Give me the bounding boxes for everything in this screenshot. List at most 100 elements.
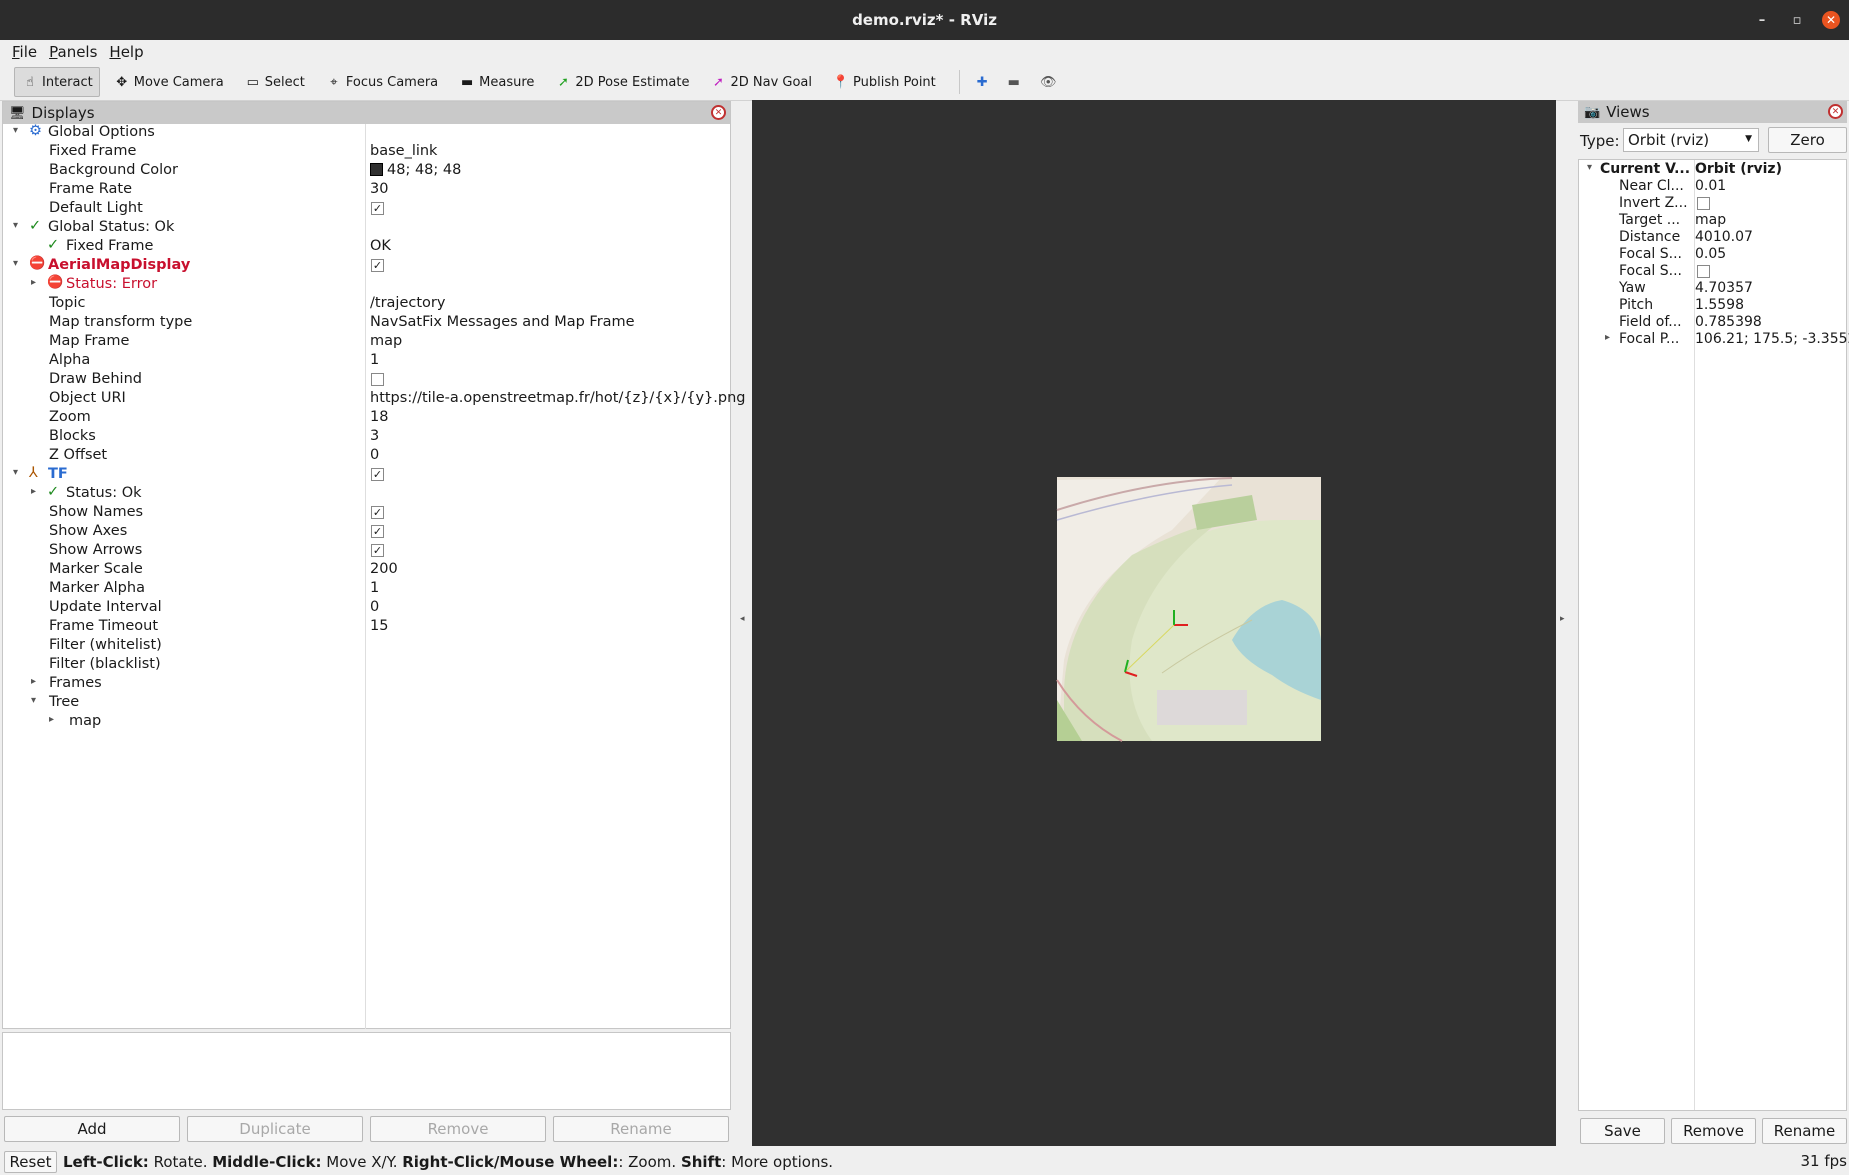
menu-file[interactable]: File (12, 43, 37, 61)
collapse-right-icon[interactable]: ▸ (1560, 614, 1565, 624)
view-row-value[interactable]: 106.21; 175.5; -3.3552 (1695, 331, 1849, 347)
add-tool-icon[interactable]: ✚ (970, 67, 995, 97)
expand-down-icon[interactable]: ▾ (13, 125, 18, 136)
menu-panels[interactable]: Panels (49, 43, 97, 61)
tool-interact[interactable]: ☝ Interact (14, 67, 100, 97)
view-row-yaw[interactable]: Yaw 4.70357 (1579, 280, 1846, 297)
expand-down-icon[interactable]: ▾ (31, 695, 36, 706)
display-row-background-color[interactable]: Background Color 48; 48; 48 (3, 161, 730, 180)
display-row-value[interactable]: 200 (370, 561, 398, 577)
view-row-focal-p[interactable]: ▸ Focal P... 106.21; 175.5; -3.3552 (1579, 331, 1849, 348)
view-row-focal-s[interactable]: Focal S... (1579, 263, 1846, 280)
display-row-zoom[interactable]: Zoom 18 (3, 408, 730, 427)
view-row-invert-z[interactable]: Invert Z... (1579, 195, 1846, 212)
displays-tree[interactable]: ▾ ⚙ Global Options Fixed Frame base_link Back… (3, 123, 745, 1023)
column-divider[interactable] (365, 124, 366, 1029)
view-row-target[interactable]: Target ... map (1579, 212, 1846, 229)
tool-measure[interactable]: ▬ Measure (451, 67, 541, 97)
view-type-select[interactable]: Orbit (rviz) ▼ (1623, 128, 1759, 152)
display-row-value[interactable]: NavSatFix Messages and Map Frame (370, 314, 635, 330)
display-row-checkbox[interactable]: ✓ (371, 468, 384, 481)
display-row-show-arrows[interactable]: Show Arrows ✓ (3, 541, 730, 560)
display-row-value[interactable]: 1 (370, 580, 379, 596)
display-row-fixed-frame[interactable]: Fixed Frame base_link (3, 142, 730, 161)
display-row-value[interactable]: 0 (370, 447, 379, 463)
display-row-alpha[interactable]: Alpha 1 (3, 351, 730, 370)
display-row-value[interactable]: 30 (370, 181, 388, 197)
display-row-value[interactable]: 15 (370, 618, 388, 634)
display-row-status-error[interactable]: ▸ ⛔ Status: Error (3, 275, 730, 294)
display-row-frame-rate[interactable]: Frame Rate 30 (3, 180, 730, 199)
remove-tool-icon[interactable]: ▬ (1001, 67, 1027, 97)
tool-2d-pose-estimate[interactable]: ➚ 2D Pose Estimate (547, 67, 696, 97)
remove-display-button[interactable]: Remove (370, 1116, 546, 1142)
rename-view-button[interactable]: Rename (1762, 1118, 1847, 1144)
views-tree[interactable]: ▾ Current V... Orbit (rviz) Near Cl... 0.01 I… (1578, 159, 1849, 1111)
display-row-filter-whitelist[interactable]: Filter (whitelist) (3, 636, 730, 655)
rename-display-button[interactable]: Rename (553, 1116, 729, 1142)
display-row-value[interactable]: 0 (370, 599, 379, 615)
display-row-aerialmapdisplay[interactable]: ▾ ⛔ AerialMapDisplay ✓ (3, 256, 730, 275)
expand-right-icon[interactable]: ▸ (31, 486, 36, 497)
expand-down-icon[interactable]: ▾ (13, 220, 18, 231)
display-row-value[interactable]: /trajectory (370, 295, 445, 311)
expand-down-icon[interactable]: ▾ (13, 258, 18, 269)
display-row-map[interactable]: ▸ map (3, 712, 730, 731)
view-row-current-v[interactable]: ▾ Current V... Orbit (rviz) (1579, 161, 1846, 178)
display-row-topic[interactable]: Topic/trajectory (3, 294, 730, 313)
expand-right-icon[interactable]: ▸ (49, 714, 54, 725)
view-row-value[interactable]: Orbit (rviz) (1695, 161, 1782, 177)
display-row-marker-scale[interactable]: Marker Scale 200 (3, 560, 730, 579)
close-icon[interactable]: ✕ (1822, 11, 1840, 29)
expand-right-icon[interactable]: ▸ (31, 676, 36, 687)
view-row-pitch[interactable]: Pitch 1.5598 (1579, 297, 1846, 314)
remove-view-button[interactable]: Remove (1671, 1118, 1756, 1144)
reset-button[interactable]: Reset (4, 1151, 57, 1173)
duplicate-button[interactable]: Duplicate (187, 1116, 363, 1142)
display-row-filter-blacklist[interactable]: Filter (blacklist) (3, 655, 730, 674)
view-row-distance[interactable]: Distance 4010.07 (1579, 229, 1846, 246)
display-row-value[interactable]: 1 (370, 352, 379, 368)
display-row-map-transform-type[interactable]: Map transform type NavSatFix Messages and… (3, 313, 730, 332)
expand-right-icon[interactable]: ▸ (1605, 332, 1610, 343)
expand-down-icon[interactable]: ▾ (1587, 162, 1592, 173)
display-row-value[interactable]: https://tile-a.openstreetmap.fr/hot/{z}/… (370, 390, 745, 406)
display-row-fixed-frame[interactable]: ✓ Fixed Frame OK (3, 237, 730, 256)
view-row-value[interactable]: 0.01 (1695, 178, 1726, 194)
render-viewport[interactable] (752, 100, 1556, 1146)
tool-focus-camera[interactable]: ⌖ Focus Camera (318, 67, 445, 97)
color-swatch[interactable] (370, 163, 383, 176)
tool-2d-nav-goal[interactable]: ➚ 2D Nav Goal (702, 67, 819, 97)
close-icon[interactable]: ✕ (711, 105, 726, 120)
display-row-update-interval[interactable]: Update Interval 0 (3, 598, 730, 617)
tool-publish-point[interactable]: 📍 Publish Point (825, 67, 943, 97)
expand-right-icon[interactable]: ▸ (31, 277, 36, 288)
display-row-checkbox[interactable]: ✓ (371, 202, 384, 215)
collapse-left-icon[interactable]: ◂ (740, 614, 745, 624)
view-row-focal-s[interactable]: Focal S... 0.05 (1579, 246, 1846, 263)
view-options-icon[interactable]: 👁 (1033, 67, 1064, 97)
view-row-field-of[interactable]: Field of... 0.785398 (1579, 314, 1846, 331)
display-row-value[interactable]: 48; 48; 48 (370, 162, 461, 178)
zero-button[interactable]: Zero (1768, 127, 1847, 153)
display-row-checkbox[interactable]: ✓ (371, 544, 384, 557)
view-row-checkbox[interactable] (1697, 197, 1710, 210)
minimize-icon[interactable]: – (1753, 11, 1771, 29)
display-row-map-frame[interactable]: Map Frame map (3, 332, 730, 351)
add-button[interactable]: Add (4, 1116, 180, 1142)
display-row-checkbox[interactable]: ✓ (371, 525, 384, 538)
display-row-checkbox[interactable]: ✓ (371, 506, 384, 519)
display-row-show-axes[interactable]: Show Axes ✓ (3, 522, 730, 541)
display-row-default-light[interactable]: Default Light ✓ (3, 199, 730, 218)
display-row-value[interactable]: map (370, 333, 402, 349)
display-row-frames[interactable]: ▸ Frames (3, 674, 730, 693)
maximize-icon[interactable]: ▫ (1788, 11, 1806, 29)
display-row-blocks[interactable]: Blocks 3 (3, 427, 730, 446)
display-row-tf[interactable]: ▾ ⅄ TF ✓ (3, 465, 730, 484)
display-row-z-offset[interactable]: Z Offset 0 (3, 446, 730, 465)
display-row-status-ok[interactable]: ▸ ✓ Status: Ok (3, 484, 730, 503)
menu-help[interactable]: Help (109, 43, 143, 61)
tool-select[interactable]: ▭ Select (237, 67, 312, 97)
display-row-checkbox[interactable]: ✓ (371, 259, 384, 272)
view-row-checkbox[interactable] (1697, 265, 1710, 278)
